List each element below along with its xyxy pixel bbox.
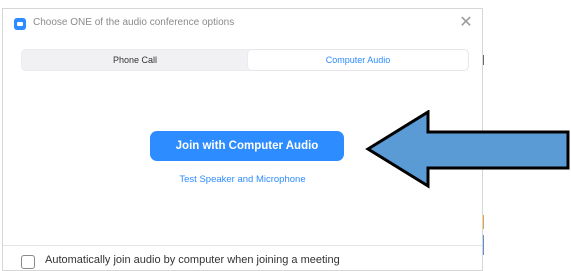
left-pointing-arrow	[365, 110, 570, 189]
auto-join-checkbox[interactable]	[21, 255, 35, 269]
tab-computer-audio[interactable]: Computer Audio	[248, 50, 468, 70]
close-icon[interactable]: ✕	[457, 14, 475, 32]
join-computer-audio-button[interactable]: Join with Computer Audio	[150, 131, 344, 161]
background-edge-strip	[483, 215, 484, 229]
background-edge-strip	[483, 235, 484, 255]
footer-divider	[3, 245, 482, 246]
tab-phone-call[interactable]: Phone Call	[22, 50, 248, 70]
auto-join-label[interactable]: Automatically join audio by computer whe…	[45, 254, 340, 266]
audio-tab-bar: Phone Call Computer Audio	[21, 49, 469, 71]
dialog-title: Choose ONE of the audio conference optio…	[33, 17, 235, 28]
zoom-logo-icon	[14, 18, 26, 30]
background-edge-strip	[483, 55, 484, 65]
title-bar: Choose ONE of the audio conference optio…	[3, 9, 482, 39]
